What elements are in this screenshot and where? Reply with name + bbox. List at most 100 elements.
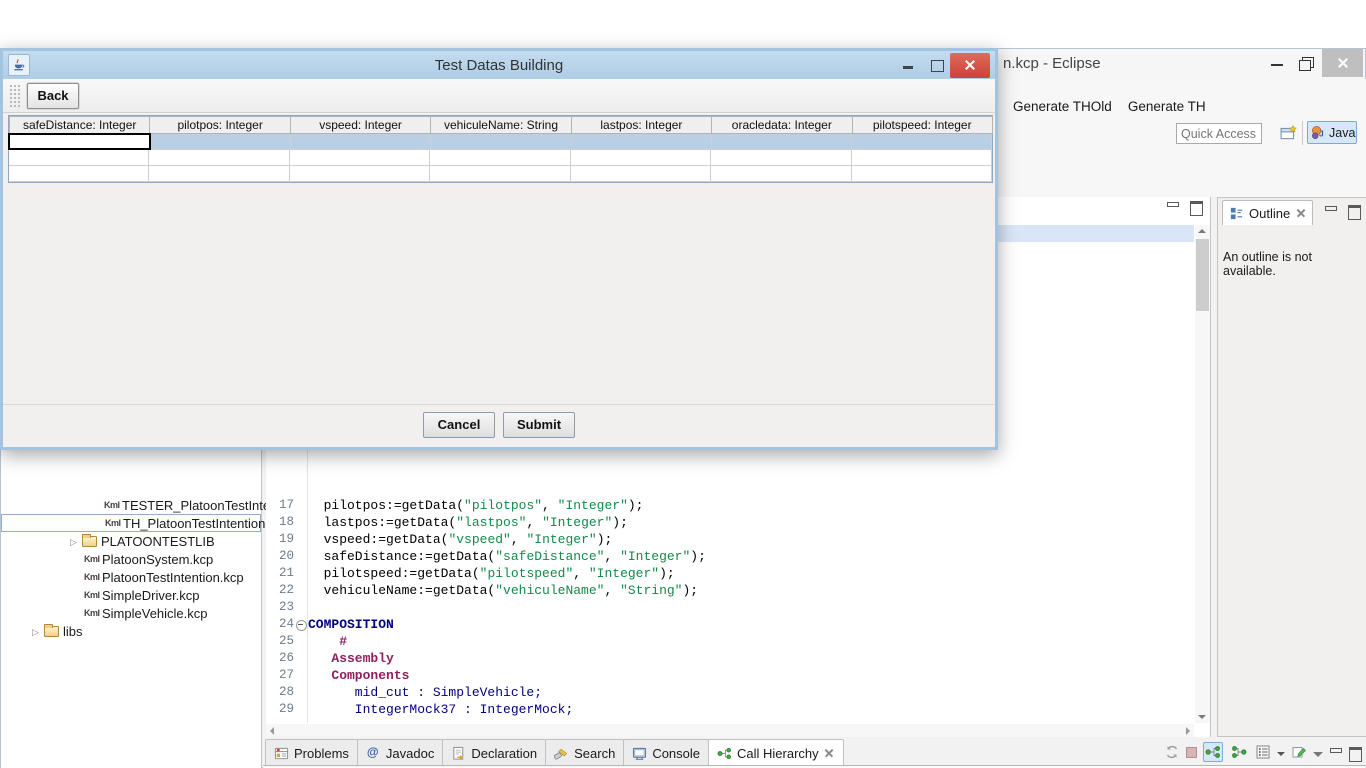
explorer-item[interactable]: KmlTESTER_PlatoonTestInten <box>1 496 261 514</box>
close-button[interactable] <box>950 53 990 78</box>
table-row[interactable] <box>9 150 992 166</box>
chevron-down-icon[interactable] <box>1277 752 1285 756</box>
maximize-button[interactable] <box>922 53 950 77</box>
minimize-view-icon[interactable] <box>1324 205 1337 216</box>
table-cell[interactable] <box>572 134 712 149</box>
table-cell[interactable] <box>149 150 289 165</box>
expand-arrow-icon[interactable] <box>32 624 44 639</box>
explorer-item[interactable]: KmlSimpleDriver.kcp <box>1 586 261 604</box>
stop-icon[interactable] <box>1186 747 1197 758</box>
explorer-item[interactable]: PLATOONTESTLIB <box>1 532 261 550</box>
column-header[interactable]: pilotpos: Integer <box>149 116 290 134</box>
maximize-view-icon[interactable] <box>1348 747 1361 758</box>
table-cell[interactable] <box>291 134 431 149</box>
table-cell[interactable] <box>712 134 852 149</box>
column-header[interactable]: pilotspeed: Integer <box>852 116 993 134</box>
tab-console[interactable]: Console <box>623 739 709 766</box>
table-cell[interactable] <box>852 150 992 165</box>
table-cell[interactable] <box>149 166 289 181</box>
code-line[interactable]: 20 safeDistance:=getData("safeDistance",… <box>266 548 1194 565</box>
table-cell[interactable] <box>711 166 851 181</box>
generate-th-button[interactable]: Generate TH <box>1128 99 1206 114</box>
dialog-titlebar[interactable]: Test Datas Building <box>3 51 995 79</box>
table-cell[interactable] <box>571 150 711 165</box>
toolbar-grip-handle[interactable] <box>9 84 20 108</box>
column-header[interactable]: oracledata: Integer <box>711 116 852 134</box>
generate-thold-button[interactable]: Generate THOld <box>1013 99 1112 114</box>
tab-outline[interactable]: Outline <box>1222 200 1313 225</box>
code-line[interactable]: 28 mid_cut : SimpleVehicle; <box>266 684 1194 701</box>
table-cell[interactable] <box>852 134 992 149</box>
minimize-button[interactable] <box>894 53 922 77</box>
explorer-item[interactable]: KmlPlatoonTestIntention.kcp <box>1 568 261 586</box>
code-line[interactable]: 21 pilotspeed:=getData("pilotspeed", "In… <box>266 565 1194 582</box>
view-menu-icon[interactable] <box>1313 752 1323 757</box>
expand-arrow-icon[interactable] <box>70 534 82 549</box>
explorer-item[interactable]: KmlTH_PlatoonTestIntention. <box>1 514 261 532</box>
explorer-item[interactable]: libs <box>1 622 261 640</box>
column-header[interactable]: safeDistance: Integer <box>9 116 150 134</box>
code-line[interactable]: 19 vspeed:=getData("vspeed", "Integer"); <box>266 531 1194 548</box>
table-cell[interactable] <box>711 150 851 165</box>
tab-javadoc[interactable]: Javadoc <box>357 739 443 766</box>
scrollbar-thumb[interactable] <box>1196 239 1209 311</box>
code-segment: "safeDistance" <box>495 549 604 564</box>
table-row[interactable] <box>9 166 992 182</box>
java-perspective-button[interactable]: J Java <box>1307 121 1357 144</box>
cancel-button[interactable]: Cancel <box>423 412 495 438</box>
fold-minus-icon[interactable] <box>294 616 308 633</box>
tab-label: Search <box>574 746 615 761</box>
column-header[interactable]: vehiculeName: String <box>430 116 571 134</box>
table-cell[interactable] <box>431 134 571 149</box>
table-cell[interactable] <box>9 166 149 181</box>
submit-button[interactable]: Submit <box>503 412 575 438</box>
table-cell[interactable] <box>430 166 570 181</box>
maximize-view-icon[interactable] <box>1347 205 1360 216</box>
close-button[interactable] <box>1322 49 1363 77</box>
minimize-view-icon[interactable] <box>1166 201 1179 212</box>
code-line[interactable]: 25 # <box>266 633 1194 650</box>
tab-search[interactable]: Search <box>545 739 624 766</box>
minimize-button[interactable] <box>1262 50 1292 76</box>
code-line[interactable]: 26 Assembly <box>266 650 1194 667</box>
table-cell[interactable] <box>290 150 430 165</box>
pin-view-icon[interactable] <box>1291 744 1307 760</box>
restore-button[interactable] <box>1292 50 1322 76</box>
explorer-item[interactable]: KmlPlatoonSystem.kcp <box>1 550 261 568</box>
maximize-view-icon[interactable] <box>1189 201 1202 212</box>
close-icon[interactable] <box>824 748 835 759</box>
code-line[interactable]: 18 lastpos:=getData("lastpos", "Integer"… <box>266 514 1194 531</box>
show-caller-hierarchy-button[interactable] <box>1203 742 1223 762</box>
show-callee-hierarchy-button[interactable] <box>1229 742 1249 762</box>
table-cell[interactable] <box>571 166 711 181</box>
column-header[interactable]: lastpos: Integer <box>571 116 712 134</box>
table-cell[interactable] <box>9 150 149 165</box>
table-row[interactable] <box>9 134 992 150</box>
table-cell[interactable] <box>852 166 992 181</box>
table-cell[interactable] <box>290 166 430 181</box>
explorer-item[interactable]: KmlSimpleVehicle.kcp <box>1 604 261 622</box>
table-cell[interactable] <box>430 150 570 165</box>
tab-declaration[interactable]: Declaration <box>442 739 546 766</box>
code-line[interactable]: 27 Components <box>266 667 1194 684</box>
code-line[interactable]: 17 pilotpos:=getData("pilotpos", "Intege… <box>266 497 1194 514</box>
column-header[interactable]: vspeed: Integer <box>290 116 431 134</box>
tab-call-hierarchy[interactable]: Call Hierarchy <box>708 739 844 766</box>
open-perspective-icon[interactable] <box>1280 124 1298 142</box>
refresh-icon[interactable] <box>1164 744 1180 760</box>
history-list-icon[interactable] <box>1255 744 1271 760</box>
cell-editor[interactable] <box>8 133 151 150</box>
close-icon[interactable] <box>1295 208 1306 219</box>
code-line[interactable]: 22 vehiculeName:=getData("vehiculeName",… <box>266 582 1194 599</box>
code-line[interactable]: 29 IntegerMock37 : IntegerMock; <box>266 701 1194 718</box>
quick-access-input[interactable] <box>1176 123 1262 144</box>
line-number: 21 <box>266 565 294 582</box>
editor-vertical-scrollbar[interactable] <box>1195 225 1210 723</box>
tab-problems[interactable]: Problems <box>265 739 358 766</box>
editor-horizontal-scrollbar[interactable] <box>266 724 1194 737</box>
minimize-view-icon[interactable] <box>1329 747 1342 758</box>
back-button[interactable]: Back <box>27 83 79 109</box>
table-cell[interactable] <box>151 134 291 149</box>
code-line[interactable]: 24COMPOSITION <box>266 616 1194 633</box>
code-line[interactable]: 23 <box>266 599 1194 616</box>
